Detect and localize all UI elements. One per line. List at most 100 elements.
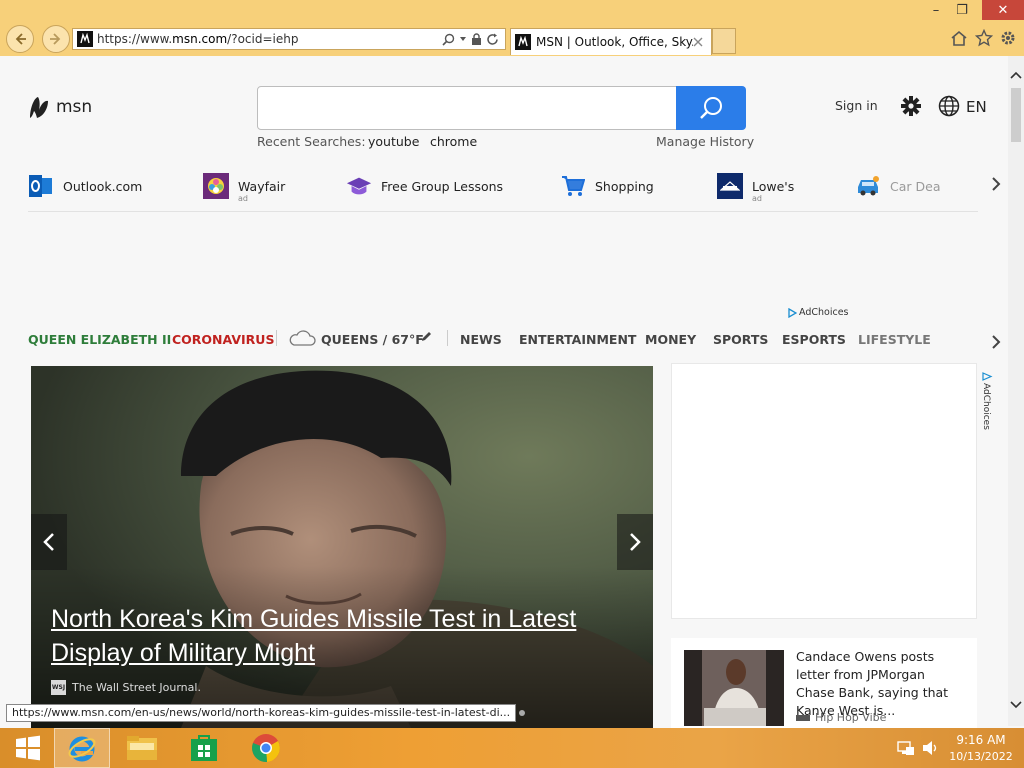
quick-link-lowes[interactable]: Lowe's ad bbox=[717, 171, 795, 203]
scrollbar-thumb[interactable] bbox=[1011, 88, 1021, 142]
msn-logo[interactable]: msn bbox=[28, 94, 92, 120]
hero-source-name: The Wall Street Journal. bbox=[72, 681, 201, 694]
recent-search-link[interactable]: youtube bbox=[368, 134, 419, 149]
taskbar-store[interactable] bbox=[176, 728, 232, 768]
hero-carousel[interactable]: North Korea's Kim Guides Missile Test in… bbox=[31, 366, 653, 728]
close-tab-icon[interactable] bbox=[693, 37, 703, 47]
quick-links-next-chevron-icon[interactable] bbox=[990, 176, 1002, 192]
adchoices-vertical-text: AdChoices bbox=[981, 383, 991, 430]
card-source: Hip Hop Vibe bbox=[796, 711, 886, 724]
shopping-cart-icon bbox=[560, 173, 586, 199]
nav-coronavirus[interactable]: CORONAVIRUS bbox=[172, 332, 274, 347]
edit-pencil-icon[interactable] bbox=[420, 330, 433, 343]
folder-icon bbox=[127, 736, 157, 760]
recent-searches-label: Recent Searches: bbox=[257, 134, 366, 149]
manage-history-link[interactable]: Manage History bbox=[656, 134, 754, 149]
graduation-cap-icon bbox=[346, 173, 372, 199]
scroll-down-icon[interactable] bbox=[1010, 701, 1022, 709]
nav-news[interactable]: NEWS bbox=[460, 332, 502, 347]
search-button[interactable] bbox=[676, 86, 746, 130]
ad-label: ad bbox=[752, 194, 762, 203]
hero-prev-button[interactable] bbox=[31, 514, 67, 570]
lock-icon[interactable] bbox=[471, 32, 482, 46]
car-icon bbox=[855, 173, 881, 199]
favorites-star-icon[interactable] bbox=[975, 29, 993, 47]
outlook-icon bbox=[28, 173, 54, 199]
recent-search-link[interactable]: chrome bbox=[430, 134, 477, 149]
taskbar-chrome[interactable] bbox=[238, 728, 294, 768]
tools-gear-icon[interactable] bbox=[999, 29, 1017, 47]
search-icon[interactable] bbox=[442, 33, 455, 46]
windows-logo-icon bbox=[16, 735, 40, 761]
forward-button[interactable] bbox=[42, 25, 70, 53]
msn-logo-text: msn bbox=[56, 97, 93, 117]
nav-money[interactable]: MONEY bbox=[645, 332, 696, 347]
sign-in-link[interactable]: Sign in bbox=[835, 98, 878, 113]
quick-link-wayfair[interactable]: Wayfair ad bbox=[203, 171, 285, 203]
search-icon bbox=[700, 97, 722, 119]
news-card[interactable]: Candace Owens posts letter from JPMorgan… bbox=[671, 638, 977, 728]
home-icon[interactable] bbox=[950, 30, 968, 47]
carousel-dot[interactable] bbox=[519, 710, 525, 716]
scroll-up-icon[interactable] bbox=[1010, 71, 1022, 79]
hero-next-button[interactable] bbox=[617, 514, 653, 570]
quick-link-label: Free Group Lessons bbox=[381, 178, 504, 194]
network-icon[interactable] bbox=[897, 740, 915, 756]
hero-headline[interactable]: North Korea's Kim Guides Missile Test in… bbox=[51, 602, 641, 670]
taskbar-time[interactable]: 9:16 AM bbox=[948, 733, 1014, 747]
ad-placeholder bbox=[671, 363, 977, 619]
nav-weather[interactable]: QUEENS / 67°F bbox=[321, 332, 424, 347]
nav-entertainment[interactable]: ENTERTAINMENT bbox=[519, 332, 636, 347]
store-icon bbox=[191, 735, 217, 761]
vertical-scrollbar[interactable] bbox=[1008, 56, 1024, 726]
card-thumbnail bbox=[684, 650, 784, 726]
quick-link-car-deals[interactable]: Car Deal bbox=[855, 171, 940, 201]
quick-link-label: Car Deal bbox=[890, 178, 940, 194]
nav-queen-elizabeth[interactable]: QUEEN ELIZABETH II bbox=[28, 332, 171, 347]
adchoices-link[interactable]: AdChoices bbox=[788, 307, 849, 318]
quick-link-free-group-lessons[interactable]: Free Group Lessons bbox=[346, 171, 503, 201]
address-url[interactable]: https://www.msn.com/?ocid=iehp bbox=[97, 32, 442, 46]
browser-tab[interactable]: MSN | Outlook, Office, Sky... bbox=[510, 28, 712, 55]
card-headline[interactable]: Candace Owens posts letter from JPMorgan… bbox=[796, 648, 966, 720]
hero-source[interactable]: WSJ The Wall Street Journal. bbox=[51, 680, 201, 695]
nav-lifestyle[interactable]: LIFESTYLE bbox=[858, 332, 931, 347]
windows-taskbar: 9:16 AM 10/13/2022 bbox=[0, 728, 1024, 768]
wayfair-icon bbox=[203, 173, 229, 199]
back-button[interactable] bbox=[6, 25, 34, 53]
ad-label: ad bbox=[238, 194, 248, 203]
address-bar[interactable]: https://www.msn.com/?ocid=iehp bbox=[72, 28, 506, 50]
volume-icon[interactable] bbox=[921, 740, 939, 756]
nav-esports[interactable]: ESPORTS bbox=[782, 332, 846, 347]
start-button[interactable] bbox=[0, 728, 56, 768]
taskbar-internet-explorer[interactable] bbox=[54, 728, 110, 768]
quick-link-outlook[interactable]: Outlook.com bbox=[28, 171, 142, 201]
chrome-icon bbox=[252, 734, 280, 763]
nav-sports[interactable]: SPORTS bbox=[713, 332, 768, 347]
adchoices-vertical-label[interactable]: AdChoices bbox=[981, 372, 993, 442]
msn-favicon-icon bbox=[515, 34, 531, 50]
card-source-name: Hip Hop Vibe bbox=[815, 711, 887, 724]
status-url-tooltip: https://www.msn.com/en-us/news/world/nor… bbox=[6, 704, 517, 722]
source-logo-icon bbox=[796, 714, 810, 721]
chevron-left-icon bbox=[43, 533, 54, 551]
settings-gear-icon[interactable] bbox=[900, 95, 922, 117]
nav-next-chevron-icon[interactable] bbox=[990, 334, 1002, 350]
refresh-icon[interactable] bbox=[486, 33, 499, 46]
quick-link-shopping[interactable]: Shopping bbox=[560, 171, 654, 201]
close-window-button[interactable]: ✕ bbox=[982, 0, 1024, 20]
language-label[interactable]: EN bbox=[966, 98, 987, 116]
nav-separator bbox=[276, 330, 277, 346]
dropdown-icon[interactable] bbox=[459, 35, 467, 43]
quick-link-label: Lowe's bbox=[752, 178, 795, 194]
cloud-weather-icon bbox=[289, 330, 316, 346]
new-tab-button[interactable] bbox=[712, 28, 736, 54]
msn-favicon-icon bbox=[77, 31, 93, 47]
taskbar-file-explorer[interactable] bbox=[114, 728, 170, 768]
restore-button[interactable]: ❐ bbox=[947, 0, 977, 20]
language-globe-icon[interactable] bbox=[938, 95, 960, 117]
internet-explorer-icon bbox=[68, 736, 96, 762]
search-input[interactable] bbox=[257, 86, 677, 130]
quick-link-label: Outlook.com bbox=[63, 178, 143, 194]
taskbar-date[interactable]: 10/13/2022 bbox=[948, 750, 1014, 763]
